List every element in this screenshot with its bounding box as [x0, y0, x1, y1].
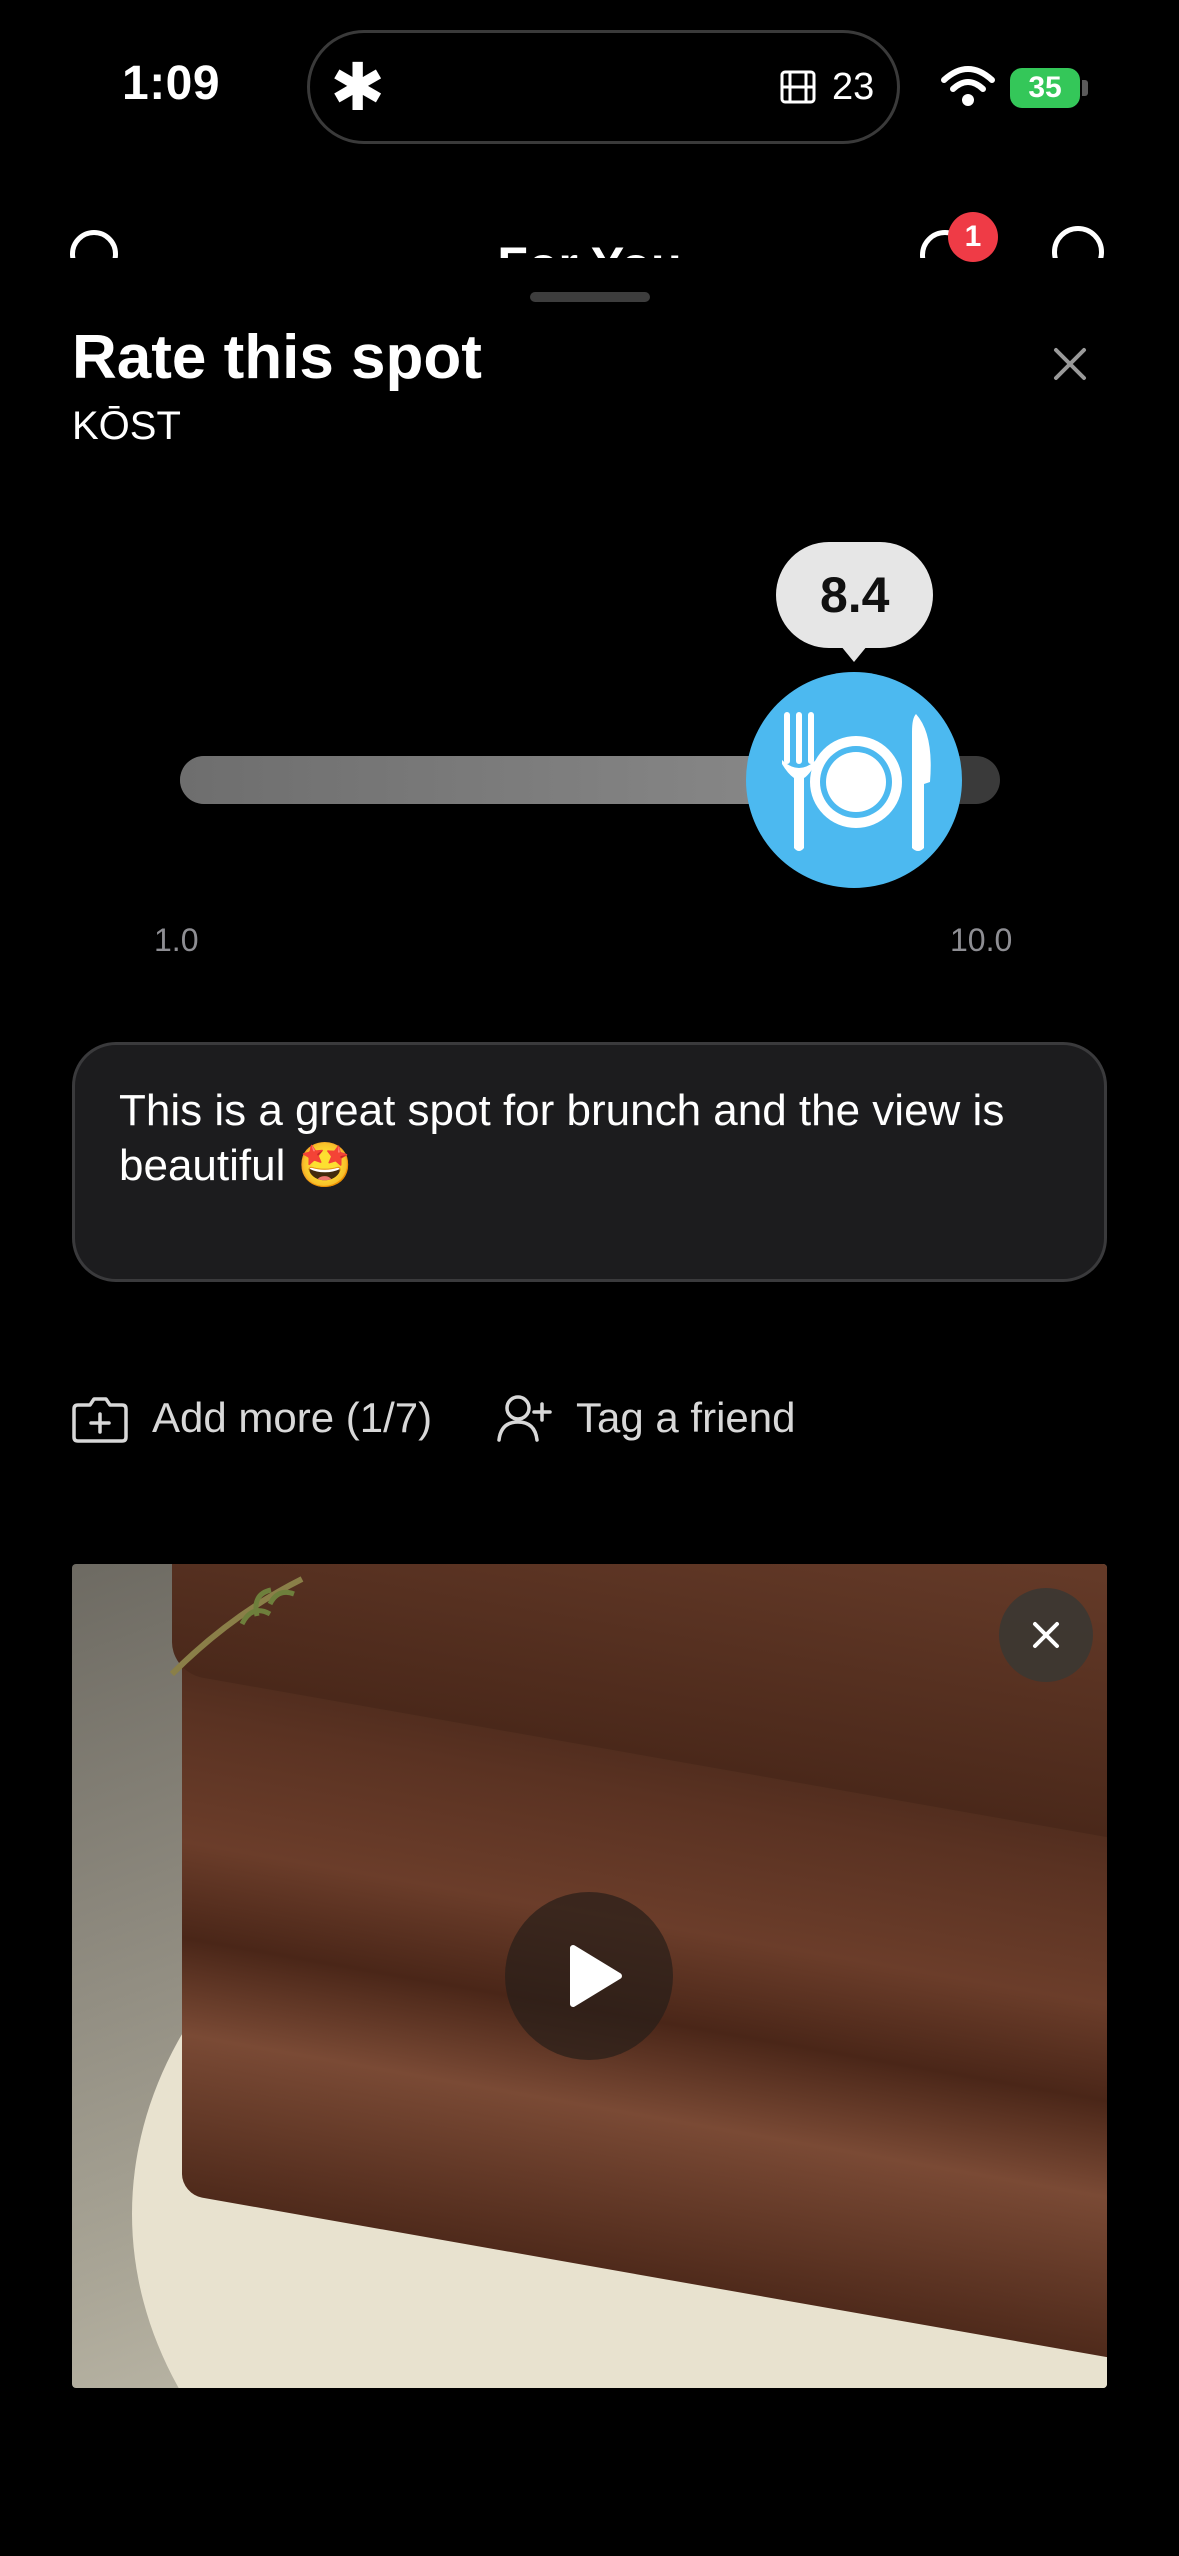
close-button[interactable]	[1040, 334, 1100, 394]
review-input[interactable]: This is a great spot for brunch and the …	[72, 1042, 1107, 1282]
asterisk-icon: ✱	[330, 50, 386, 124]
herb-garnish-image	[169, 1576, 304, 1677]
add-more-button[interactable]: Add more (1/7)	[72, 1388, 432, 1448]
notification-badge: 1	[948, 212, 998, 262]
film-icon	[780, 70, 816, 104]
close-icon	[1033, 1622, 1059, 1648]
wifi-icon	[941, 66, 995, 106]
rating-bubble-tail	[836, 640, 873, 662]
background-header: For You	[0, 200, 1179, 258]
rating-slider-thumb[interactable]	[746, 672, 963, 888]
battery-nub	[1082, 80, 1088, 96]
tag-friend-button[interactable]: Tag a friend	[496, 1388, 795, 1448]
rating-max-label: 10.0	[950, 922, 1013, 958]
remove-media-button[interactable]	[999, 1588, 1093, 1682]
sheet-grabber[interactable]	[530, 292, 650, 302]
sheet-title: Rate this spot	[72, 323, 482, 392]
close-icon	[1054, 348, 1086, 380]
add-photo-icon	[72, 1397, 128, 1443]
island-count: 23	[832, 66, 875, 108]
place-name: KŌST	[72, 404, 181, 448]
status-time: 1:09	[122, 57, 221, 110]
rating-min-label: 1.0	[154, 922, 199, 958]
play-button[interactable]	[505, 1892, 673, 2060]
play-icon	[570, 1945, 622, 2007]
battery-indicator: 35	[1010, 68, 1080, 108]
profile-icon[interactable]	[1052, 226, 1104, 258]
rating-value-bubble: 8.4	[776, 542, 934, 648]
feed-title[interactable]: For You	[0, 236, 1179, 258]
tag-friend-label: Tag a friend	[576, 1394, 796, 1441]
add-person-icon	[497, 1395, 552, 1442]
add-more-label: Add more (1/7)	[152, 1394, 433, 1441]
utensils-icon	[782, 712, 931, 851]
